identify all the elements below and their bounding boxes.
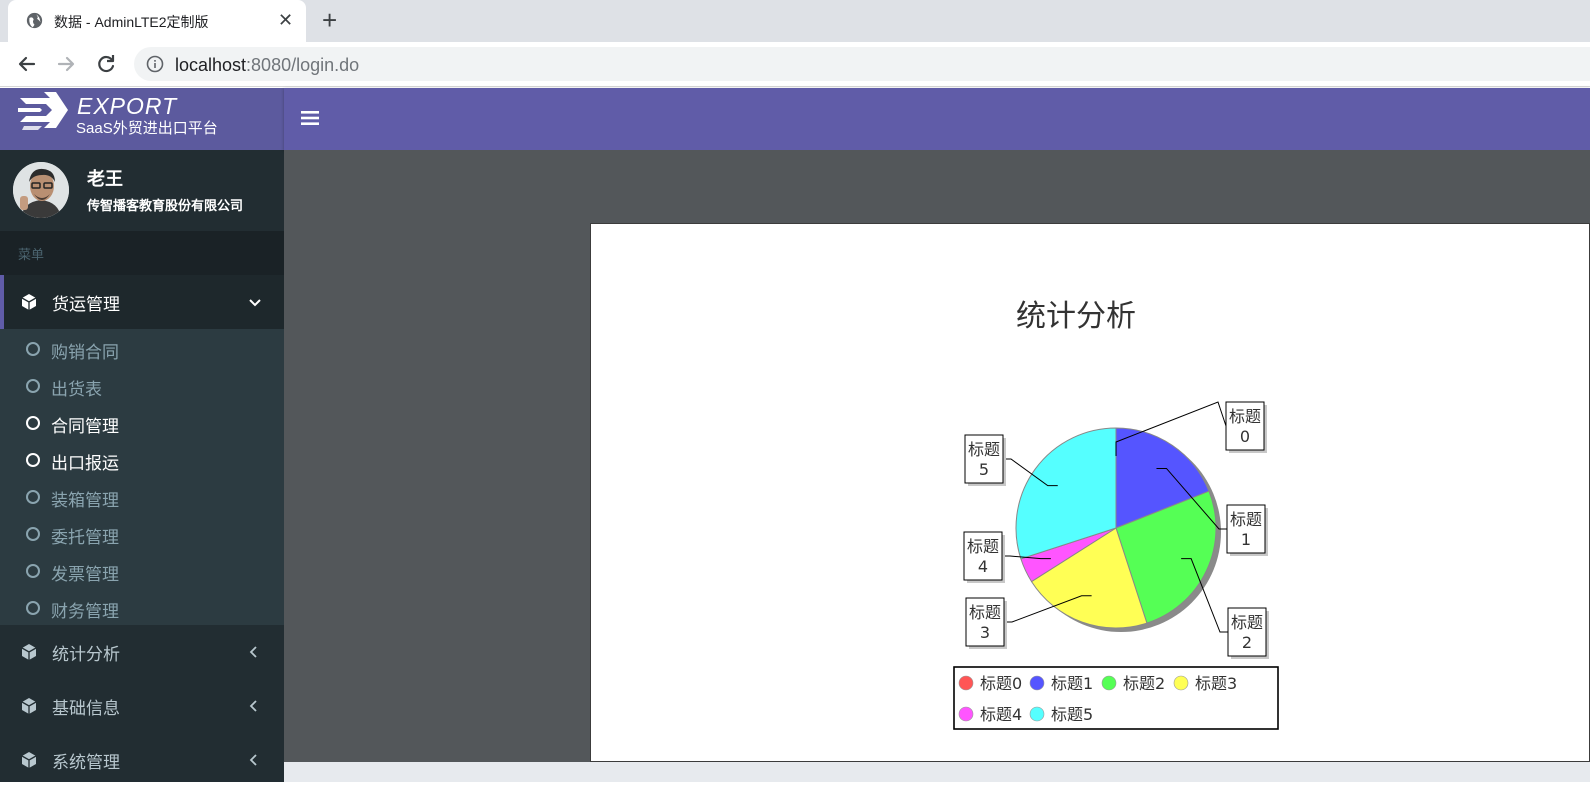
pie-label-title-4: 标题 [967, 537, 999, 556]
circle-icon [26, 490, 40, 504]
user-photo-icon [13, 162, 69, 218]
legend-swatch-2 [1101, 675, 1117, 691]
bottom-strip [284, 762, 1590, 782]
legend-label-4: 标题4 [980, 705, 1022, 724]
logo-arrows-icon [18, 92, 68, 130]
pie-label-title-1: 标题 [1230, 510, 1262, 529]
submenu: 购销合同 出货表 合同管理 出口报运 装箱管理 委托管理 发票管理 财务管理 [0, 329, 284, 625]
menu-group-label: 货运管理 [52, 295, 120, 314]
legend-swatch-0 [958, 675, 974, 691]
submenu-item-finance[interactable]: 财务管理 [0, 589, 284, 626]
pie-chart: 统计分析 标题0标题1标题2标题3标题4标题5 标题0 标题1 标题2 标题3标题4 标… [953, 299, 1279, 730]
content-area: 统计分析 标题 0 标题 1 标题 2 标题 3 标题 4 标题 5 标题0 标题1 标题2 标题3 标题4 标… [284, 150, 1590, 782]
pie-label-index-0: 0 [1240, 427, 1250, 446]
submenu-item-sales-contract[interactable]: 购销合同 [0, 330, 284, 367]
submenu-label: 合同管理 [51, 417, 119, 436]
hamburger-menu-icon[interactable] [301, 110, 319, 126]
cube-icon [21, 752, 37, 768]
pie-label-title-3: 标题 [969, 603, 1001, 622]
chevron-down-icon [249, 299, 261, 307]
url-host: localhost [175, 55, 247, 75]
url-text: localhost:8080/login.do [175, 55, 359, 76]
menu-group-label: 基础信息 [52, 699, 120, 718]
cube-icon [21, 294, 37, 310]
pie-label-index-4: 4 [978, 557, 988, 576]
url-path: :8080/login.do [246, 55, 360, 75]
submenu-item-contract-management[interactable]: 合同管理 [0, 404, 284, 441]
circle-icon [26, 527, 40, 541]
menu-group-basic-info[interactable]: 基础信息 [0, 679, 284, 733]
menu-header: 菜单 [0, 231, 284, 275]
circle-icon [26, 601, 40, 615]
menu-group-label: 系统管理 [52, 753, 120, 772]
sidebar: EXPORT SaaS外贸进出口平台 老王 传智播客教育股份有限公司 菜单 货运… [0, 88, 284, 782]
pie-label-title-2: 标题 [1231, 613, 1263, 632]
pie-label-title-0: 标题 [1229, 407, 1261, 426]
top-navbar [284, 88, 1590, 150]
chart-panel: 统计分析 标题 0 标题 1 标题 2 标题 3 标题 4 标题 5 标题0 标题1 标题2 标题3 标题4 标… [590, 223, 1590, 762]
submenu-item-packing[interactable]: 装箱管理 [0, 478, 284, 515]
logo-subtitle: SaaS外贸进出口平台 [76, 120, 218, 137]
menu-group-statistics[interactable]: 统计分析 [0, 625, 284, 679]
browser-toolbar: localhost:8080/login.do [0, 42, 1590, 87]
user-name: 老王 [87, 169, 123, 189]
logo-title: EXPORT [77, 93, 178, 119]
legend-swatch-1 [1029, 675, 1045, 691]
chevron-left-icon [249, 700, 257, 712]
menu-group-system[interactable]: 系统管理 [0, 733, 284, 787]
circle-icon [26, 379, 40, 393]
avatar [13, 162, 69, 218]
pie-label-index-2: 2 [1242, 633, 1252, 652]
cube-icon [21, 698, 37, 714]
globe-icon [26, 12, 43, 29]
close-tab-icon[interactable]: ✕ [278, 8, 293, 32]
submenu-label: 发票管理 [51, 565, 119, 584]
chevron-left-icon [249, 754, 257, 766]
legend-swatch-3 [1173, 675, 1189, 691]
legend-label-5: 标题5 [1051, 705, 1093, 724]
legend-label-0: 标题0 [980, 674, 1022, 693]
legend-swatch-4 [958, 706, 974, 722]
submenu-label: 出货表 [51, 380, 102, 399]
submenu-label: 委托管理 [51, 528, 119, 547]
browser-tab-bar: 数据 - AdminLTE2定制版 ✕ + [0, 0, 1590, 42]
menu-group-label: 统计分析 [52, 645, 120, 664]
legend-swatch-5 [1029, 706, 1045, 722]
circle-icon [26, 416, 40, 430]
legend-label-2: 标题2 [1123, 674, 1165, 693]
user-panel: 老王 传智播客教育股份有限公司 [0, 150, 284, 231]
back-arrow-icon[interactable] [13, 50, 41, 78]
submenu-label: 财务管理 [51, 602, 119, 621]
circle-icon [26, 342, 40, 356]
circle-icon [26, 453, 40, 467]
submenu-item-shipping-table[interactable]: 出货表 [0, 367, 284, 404]
pie-label-index-1: 1 [1241, 530, 1251, 549]
app-logo[interactable]: EXPORT SaaS外贸进出口平台 [0, 88, 284, 150]
pie-label-title-5: 标题 [968, 440, 1000, 459]
chevron-left-icon [249, 646, 257, 658]
user-organization: 传智播客教育股份有限公司 [87, 198, 244, 213]
submenu-label: 出口报运 [51, 454, 119, 473]
tab-title: 数据 - AdminLTE2定制版 [54, 14, 209, 30]
cube-icon [21, 644, 37, 660]
reload-icon[interactable] [92, 50, 120, 78]
pie-label-index-5: 5 [979, 460, 989, 479]
submenu-item-consignment[interactable]: 委托管理 [0, 515, 284, 552]
menu-group-freight[interactable]: 货运管理 [0, 275, 284, 329]
pie-label-index-3: 3 [980, 623, 990, 642]
submenu-label: 购销合同 [51, 343, 119, 362]
submenu-label: 装箱管理 [51, 491, 119, 510]
legend-label-1: 标题1 [1051, 674, 1093, 693]
info-icon[interactable] [146, 55, 164, 73]
legend-label-3: 标题3 [1195, 674, 1237, 693]
browser-tab[interactable]: 数据 - AdminLTE2定制版 ✕ [8, 0, 306, 42]
submenu-item-export-declaration[interactable]: 出口报运 [0, 441, 284, 478]
circle-icon [26, 564, 40, 578]
chart-title: 统计分析 [1016, 299, 1136, 334]
forward-arrow-icon[interactable] [52, 50, 80, 78]
new-tab-icon[interactable]: + [322, 6, 337, 34]
address-bar[interactable]: localhost:8080/login.do [134, 47, 1590, 81]
submenu-item-invoice[interactable]: 发票管理 [0, 552, 284, 589]
